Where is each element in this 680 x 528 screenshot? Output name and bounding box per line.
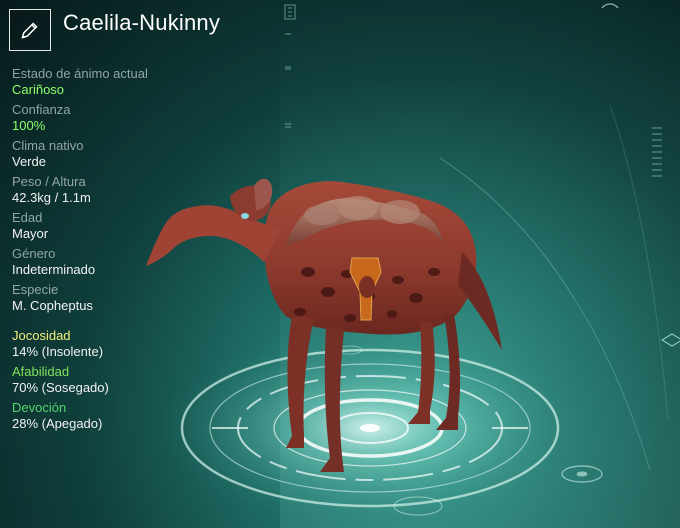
trait-label: Afabilidad	[12, 364, 70, 379]
trait-value: 14% (Insolente)	[12, 344, 104, 359]
trait-label: Jocosidad	[12, 328, 71, 343]
creature-info-panel: Estado de ánimo actual Cariñoso Confianz…	[12, 66, 232, 318]
stat-label: Edad	[12, 210, 43, 225]
stat-value: Mayor	[12, 226, 49, 241]
stat-gender: Género Indeterminado	[12, 246, 232, 278]
stat-label: Género	[12, 246, 56, 261]
stat-value: M. Copheptus	[12, 298, 93, 313]
trait-value: 28% (Apegado)	[12, 416, 103, 431]
trait-label: Devoción	[12, 400, 67, 415]
stat-value: 42.3kg / 1.1m	[12, 190, 91, 205]
stat-mood: Estado de ánimo actual Cariñoso	[12, 66, 232, 98]
stat-label: Peso / Altura	[12, 174, 86, 189]
stat-label: Confianza	[12, 102, 71, 117]
header: Caelila-Nukinny	[9, 9, 220, 51]
stat-value: Indeterminado	[12, 262, 96, 277]
pencil-icon	[21, 22, 38, 39]
stat-label: Especie	[12, 282, 59, 297]
edit-name-button[interactable]	[9, 9, 51, 51]
trait-value: 70% (Sosegado)	[12, 380, 109, 395]
trait-friendliness: Afabilidad 70% (Sosegado)	[12, 364, 232, 396]
stat-value: Cariñoso	[12, 82, 65, 97]
stat-trust: Confianza 100%	[12, 102, 232, 134]
stat-native-climate: Clima nativo Verde	[12, 138, 232, 170]
stat-label: Estado de ánimo actual	[12, 66, 148, 81]
creature-name: Caelila-Nukinny	[63, 10, 221, 35]
stat-value: 100%	[12, 118, 46, 133]
trait-playfulness: Jocosidad 14% (Insolente)	[12, 328, 232, 360]
trait-devotion: Devoción 28% (Apegado)	[12, 400, 232, 432]
stat-value: Verde	[12, 154, 46, 169]
creature-scene: Caelila-Nukinny Estado de ánimo actual C…	[0, 0, 680, 528]
stat-species: Especie M. Copheptus	[12, 282, 232, 314]
stat-weight-height: Peso / Altura 42.3kg / 1.1m	[12, 174, 232, 206]
creature-traits-panel: Jocosidad 14% (Insolente) Afabilidad 70%…	[12, 328, 232, 436]
stat-label: Clima nativo	[12, 138, 84, 153]
stat-age: Edad Mayor	[12, 210, 232, 242]
